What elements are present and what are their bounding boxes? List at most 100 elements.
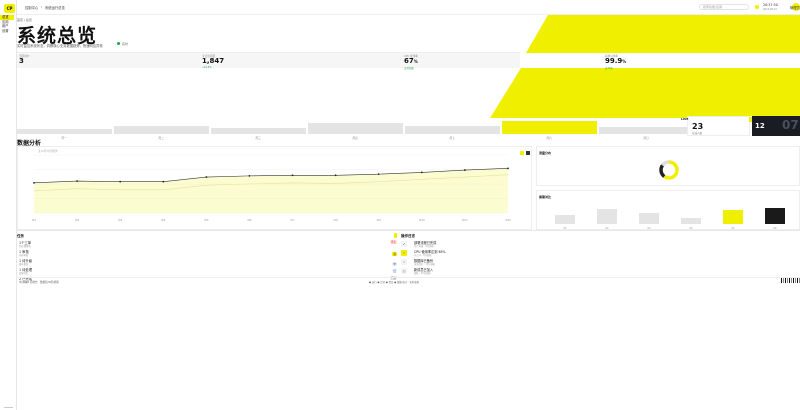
x-tick-label: W4 bbox=[161, 218, 166, 222]
data-point bbox=[162, 180, 165, 183]
stat-value: 3 bbox=[19, 57, 24, 65]
data-point bbox=[205, 176, 208, 178]
live-dot-icon bbox=[117, 42, 120, 45]
data-point bbox=[291, 174, 294, 177]
x-tick-label: W1 bbox=[32, 218, 37, 222]
user-name[interactable]: 管理员 bbox=[790, 5, 800, 10]
footer-left: © 2024 控制台 · 数据每30秒刷新 bbox=[19, 281, 59, 284]
check-icon: ✓ bbox=[401, 241, 407, 247]
weekly-bar-label: 周三 bbox=[255, 137, 261, 140]
stat-card: 今日访问量 1,847 +12.5% bbox=[200, 53, 400, 69]
donut-card: 流量分布 bbox=[536, 146, 800, 186]
stat-card: CPU 使用率 67% 正常范围 bbox=[402, 53, 602, 70]
x-tick-label: W2 bbox=[75, 218, 80, 222]
live-indicator: 实时 bbox=[117, 42, 128, 46]
stat-delta: 近30天 bbox=[605, 66, 613, 70]
warning-icon: ! bbox=[401, 250, 407, 256]
bell-icon[interactable] bbox=[755, 5, 759, 9]
x-tick-label: W3 bbox=[118, 218, 123, 222]
weekly-bars: 周一 周二 周三 周四 周五 周六 周日 bbox=[17, 116, 694, 140]
topbar: 控制中心 › 系统运行总览 搜索功能/应用 20:37:50 2024-05-2… bbox=[17, 0, 800, 15]
list-item-sub: 常规任务 bbox=[19, 271, 29, 275]
list-item[interactable]: 1 待处理 常规任务 低 bbox=[17, 267, 401, 275]
status-badge: 紧急 bbox=[389, 240, 397, 244]
log-sub: 生产环境 · 2分钟前 bbox=[414, 245, 434, 248]
divider bbox=[17, 230, 800, 231]
data-point bbox=[76, 180, 78, 182]
list-item[interactable]: 1 待升级 版本更新 中 bbox=[17, 258, 401, 266]
status-badge: 高 bbox=[392, 252, 397, 256]
list-item-sub: 内容审核 bbox=[19, 253, 29, 257]
log-item[interactable]: ✓ 部署流程已完成 生产环境 · 2分钟前 bbox=[401, 240, 800, 248]
stat-value: 1,847 bbox=[202, 57, 225, 65]
sidebar: CP 总览 应用 用户 设置 bbox=[0, 0, 17, 410]
tasks-title: 任务 bbox=[17, 234, 24, 238]
list-item[interactable]: 1 审核 内容审核 高 bbox=[17, 249, 401, 257]
data-point bbox=[248, 174, 251, 177]
footer-legend: ● 运行 ● 正常 ● 警告 ● 故障 统计 · 实时更新 bbox=[369, 281, 420, 284]
x-tick-label: W10 bbox=[419, 218, 425, 222]
clock-time: 20:37:50 bbox=[763, 3, 778, 7]
weekly-bar[interactable] bbox=[599, 127, 694, 134]
log-item[interactable]: ○ 新成员已加入 团队 · 32分钟前 bbox=[401, 267, 800, 275]
x-tick-label: W5 bbox=[204, 218, 209, 222]
data-point bbox=[507, 167, 509, 170]
trend-svg: W1 W2 W3 W4 W5 W6 W7 W8 W9 W10 W11 W12 bbox=[32, 154, 511, 222]
weekly-bar-label: 周六 bbox=[546, 137, 552, 140]
weekly-bar-label: 周日 bbox=[643, 137, 649, 140]
compare-bar bbox=[765, 208, 785, 224]
app-logo[interactable]: CP bbox=[4, 4, 15, 13]
donut-slice bbox=[659, 164, 666, 178]
clock-date: 2024-05-21 bbox=[763, 8, 777, 11]
status-badge: 中 bbox=[392, 262, 397, 266]
weekly-bar-label: 周五 bbox=[449, 137, 455, 140]
donut-slice bbox=[663, 160, 679, 180]
stat-value: 99.9% bbox=[605, 57, 627, 65]
list-item-sub: 版本更新 bbox=[19, 262, 29, 266]
stat-card: 系统可用率 99.9% 近30天 bbox=[603, 53, 703, 70]
sidebar-nav: 总览 应用 用户 设置 bbox=[0, 15, 17, 33]
weekly-bar[interactable] bbox=[405, 126, 500, 134]
info-icon: i bbox=[401, 259, 407, 265]
log-sub: 自动任务 · 15分钟前 bbox=[414, 263, 436, 266]
data-point bbox=[464, 169, 466, 171]
x-tick-label: W8 bbox=[334, 218, 339, 222]
stat-value: 67% bbox=[404, 57, 418, 65]
kpi-value: 23 bbox=[692, 122, 704, 131]
trend-chart: 近12周·访问趋势 W1 W2 W3 W4 W5 W6 W7 W8 W9 W10 W11 W12 bbox=[17, 146, 532, 230]
weekly-bar[interactable] bbox=[114, 126, 209, 134]
compare-card: 周期对比 01 02 03 04 05 06 bbox=[536, 190, 800, 230]
series-area bbox=[34, 168, 508, 213]
status-badge: 低 bbox=[392, 269, 397, 273]
search-input[interactable]: 搜索功能/应用 bbox=[699, 4, 749, 10]
kpi-label: 在线人数 bbox=[692, 132, 703, 135]
x-tick-label: W12 bbox=[505, 218, 511, 222]
donut-title: 流量分布 bbox=[539, 151, 552, 155]
log-item[interactable]: i 数据库已备份 自动任务 · 15分钟前 bbox=[401, 258, 800, 266]
weekly-bar[interactable] bbox=[211, 128, 306, 134]
compare-title: 周期对比 bbox=[539, 195, 552, 199]
data-point bbox=[33, 181, 35, 184]
weekly-bar[interactable] bbox=[308, 123, 403, 134]
donut-slice bbox=[661, 160, 670, 167]
compare-bar bbox=[723, 210, 743, 224]
sidebar-item-settings[interactable]: 设置 bbox=[0, 29, 17, 34]
breadcrumb-root[interactable]: 控制中心 bbox=[25, 5, 38, 10]
weekly-bar-label: 周四 bbox=[352, 137, 358, 140]
weekly-bar[interactable] bbox=[502, 121, 597, 134]
list-item-sub: 待处理事项 bbox=[19, 244, 31, 248]
weekly-bar[interactable] bbox=[17, 129, 112, 134]
page-subtitle: 实时监控系统状态，洞察核心业务数据趋势，快速响应异常 bbox=[17, 44, 103, 48]
donut-svg bbox=[659, 160, 679, 180]
log-sub: 团队 · 32分钟前 bbox=[414, 272, 431, 275]
data-point bbox=[119, 180, 122, 183]
log-sub: 节点 A · 8分钟前 bbox=[414, 254, 432, 257]
log-item[interactable]: ! CPU 使用率达到 85% 节点 A · 8分钟前 bbox=[401, 249, 800, 257]
compare-bar bbox=[555, 215, 575, 224]
weekly-bar-label: 周二 bbox=[158, 137, 164, 140]
compare-svg: 01 02 03 04 05 06 bbox=[555, 208, 785, 230]
compare-bar bbox=[597, 209, 617, 224]
live-label: 实时 bbox=[122, 42, 129, 46]
data-point bbox=[334, 174, 337, 177]
list-item[interactable]: 1个工单 待处理事项 紧急 bbox=[17, 240, 401, 248]
